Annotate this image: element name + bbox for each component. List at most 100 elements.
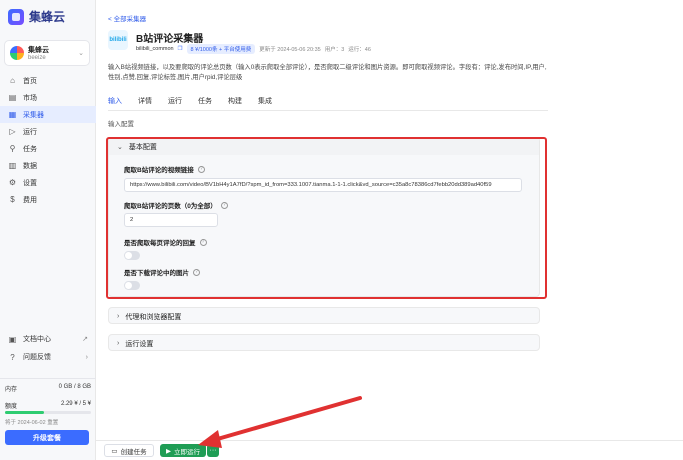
sidebar-item-label: 数据 — [23, 162, 37, 170]
play-icon: ▶ — [166, 447, 171, 455]
author-name[interactable]: bilibili_common — [136, 46, 174, 52]
docs-label: 文档中心 — [23, 336, 51, 343]
quota-value: 2.29 ¥ / 5 ¥ — [60, 401, 91, 407]
logo-icon — [8, 8, 24, 25]
pages-label-text: 爬取B站评论的页数（0为全部） — [124, 203, 217, 210]
tab-runs[interactable]: 运行 — [168, 96, 182, 111]
collector-icon: ▦ — [8, 110, 17, 119]
help-icon[interactable]: ? — [197, 165, 205, 173]
proxy-config-title: 代理和浏览器配置 — [125, 313, 182, 321]
help-icon[interactable]: ? — [199, 238, 207, 246]
sidebar-item-label: 市场 — [23, 94, 37, 102]
back-link[interactable]: < 全部采集器 — [108, 13, 146, 23]
sidebar-nav: ⌂ 首页 ▤ 市场 ▦ 采集器 ▷ 运行 ⚲ 任务 ▥ 数据 ⚙ 设置 $ 费用 — [0, 72, 96, 208]
memory-value: 0 GB / 8 GB — [58, 384, 91, 390]
tab-tasks[interactable]: 任务 — [198, 96, 212, 111]
basic-config-header[interactable]: ⌄ 基本配置 — [109, 138, 539, 155]
pages-input[interactable]: 2 — [124, 213, 218, 227]
chevron-right-icon: › — [85, 353, 88, 361]
price-badge: 8 ¥/1000条 + 平台使用费 — [186, 44, 256, 54]
create-task-label: 创建任务 — [120, 448, 147, 456]
task-icon: ▭ — [111, 447, 118, 455]
tab-input[interactable]: 输入 — [108, 96, 122, 111]
divider — [0, 378, 96, 379]
run-now-label: 立即运行 — [174, 448, 200, 456]
memory-usage: 内存 0 GB / 8 GB — [5, 384, 91, 393]
copy-icon[interactable]: ❐ — [178, 46, 183, 52]
chevron-updown-icon: ⌄ — [78, 50, 84, 57]
home-icon: ⌂ — [10, 76, 15, 85]
basic-config-title: 基本配置 — [128, 143, 157, 151]
images-label-text: 是否下载评论中的图片 — [124, 270, 189, 277]
quota-bar — [5, 411, 91, 414]
sidebar-item-label: 首页 — [23, 77, 37, 85]
more-options-button[interactable]: ··· — [207, 444, 219, 457]
quota-label: 额度 — [5, 404, 18, 410]
proxy-config-header[interactable]: › 代理和浏览器配置 — [109, 308, 539, 325]
account-name: 集蜂云 — [28, 47, 49, 54]
book-icon: ▣ — [8, 334, 17, 344]
data-icon: ▥ — [8, 161, 17, 170]
feedback-link[interactable]: ? 问题反馈 › — [0, 348, 96, 366]
account-username: beeize — [28, 55, 46, 61]
tab-build[interactable]: 构建 — [228, 96, 242, 111]
upgrade-button[interactable]: 升级套餐 — [5, 430, 89, 445]
replies-label: 是否爬取每页评论的回复 ? — [124, 237, 207, 247]
tab-bar: 输入 详情 运行 任务 构建 集成 — [108, 96, 272, 111]
sidebar: 集蜂云 集蜂云 beeize ⌄ ⌂ 首页 ▤ 市场 ▦ 采集器 ▷ 运行 ⚲ … — [0, 0, 96, 460]
run-settings-header[interactable]: › 运行设置 — [109, 335, 539, 352]
billing-icon: $ — [10, 195, 15, 204]
video-url-input[interactable]: https://www.bilibili.com/video/BV1bH4y1A… — [124, 178, 522, 192]
task-icon: ⚲ — [9, 144, 16, 153]
create-task-button[interactable]: ▭ 创建任务 — [104, 444, 154, 457]
feedback-label: 问题反馈 — [23, 354, 51, 361]
quota-usage: 额度 2.29 ¥ / 5 ¥ — [5, 401, 91, 410]
market-icon: ▤ — [8, 93, 17, 102]
sidebar-item-run[interactable]: ▷ 运行 — [0, 123, 96, 140]
images-toggle[interactable] — [124, 281, 140, 290]
run-count: 运行：46 — [348, 47, 371, 53]
tabs-divider — [108, 110, 548, 111]
sidebar-item-label: 任务 — [23, 145, 37, 153]
account-switcher[interactable]: 集蜂云 beeize ⌄ — [4, 40, 90, 66]
help-icon: ? — [10, 352, 15, 362]
sidebar-item-home[interactable]: ⌂ 首页 — [0, 72, 96, 89]
pages-label: 爬取B站评论的页数（0为全部） ? — [124, 200, 228, 210]
sidebar-item-label: 采集器 — [23, 111, 44, 119]
gear-icon: ⚙ — [8, 178, 17, 187]
sidebar-item-billing[interactable]: $ 费用 — [0, 191, 96, 208]
tab-integration[interactable]: 集成 — [258, 96, 272, 111]
images-label: 是否下载评论中的图片 ? — [124, 267, 200, 277]
memory-label: 内存 — [5, 387, 18, 393]
quota-bar-fill — [5, 411, 45, 414]
run-icon: ▷ — [9, 127, 16, 136]
brand-logo[interactable]: 集蜂云 — [8, 8, 65, 25]
run-settings-panel[interactable]: › 运行设置 — [108, 334, 540, 351]
docs-link[interactable]: ▣ 文档中心 ↗ — [0, 330, 96, 348]
help-icon[interactable]: ? — [193, 268, 200, 276]
sidebar-item-label: 运行 — [23, 128, 37, 136]
help-icon[interactable]: ? — [220, 201, 228, 209]
video-url-label-text: 爬取B站评论的视频链接 — [124, 167, 194, 174]
quota-reset-text: 将于 2024-06-02 重置 — [5, 420, 59, 426]
replies-toggle[interactable] — [124, 251, 140, 260]
video-url-label: 爬取B站评论的视频链接 ? — [124, 164, 205, 174]
replies-label-text: 是否爬取每页评论的回复 — [124, 240, 196, 247]
sidebar-item-market[interactable]: ▤ 市场 — [0, 89, 96, 106]
app-icon: bilibili — [108, 30, 128, 50]
app-description: 输入B站视频链接，以及要爬取的评论总页数（输入0表示爬取全部评论），是否爬取二级… — [108, 64, 547, 81]
sidebar-item-data[interactable]: ▥ 数据 — [0, 157, 96, 174]
sidebar-item-collector[interactable]: ▦ 采集器 — [0, 106, 96, 123]
run-now-button[interactable]: ▶ 立即运行 — [160, 444, 206, 457]
sidebar-item-settings[interactable]: ⚙ 设置 — [0, 174, 96, 191]
user-count: 用户：3 — [324, 47, 345, 53]
avatar — [10, 46, 24, 60]
chevron-right-icon: › — [117, 313, 120, 320]
updated-time: 更新于 2024-05-06 20:35 — [259, 47, 321, 53]
app-meta: bilibili_common ❐ 8 ¥/1000条 + 平台使用费 更新于 … — [136, 44, 371, 54]
sidebar-item-label: 费用 — [23, 196, 37, 204]
proxy-config-panel[interactable]: › 代理和浏览器配置 — [108, 307, 540, 324]
sidebar-item-task[interactable]: ⚲ 任务 — [0, 140, 96, 157]
chevron-right-icon: › — [117, 340, 120, 347]
tab-detail[interactable]: 详情 — [138, 96, 152, 111]
